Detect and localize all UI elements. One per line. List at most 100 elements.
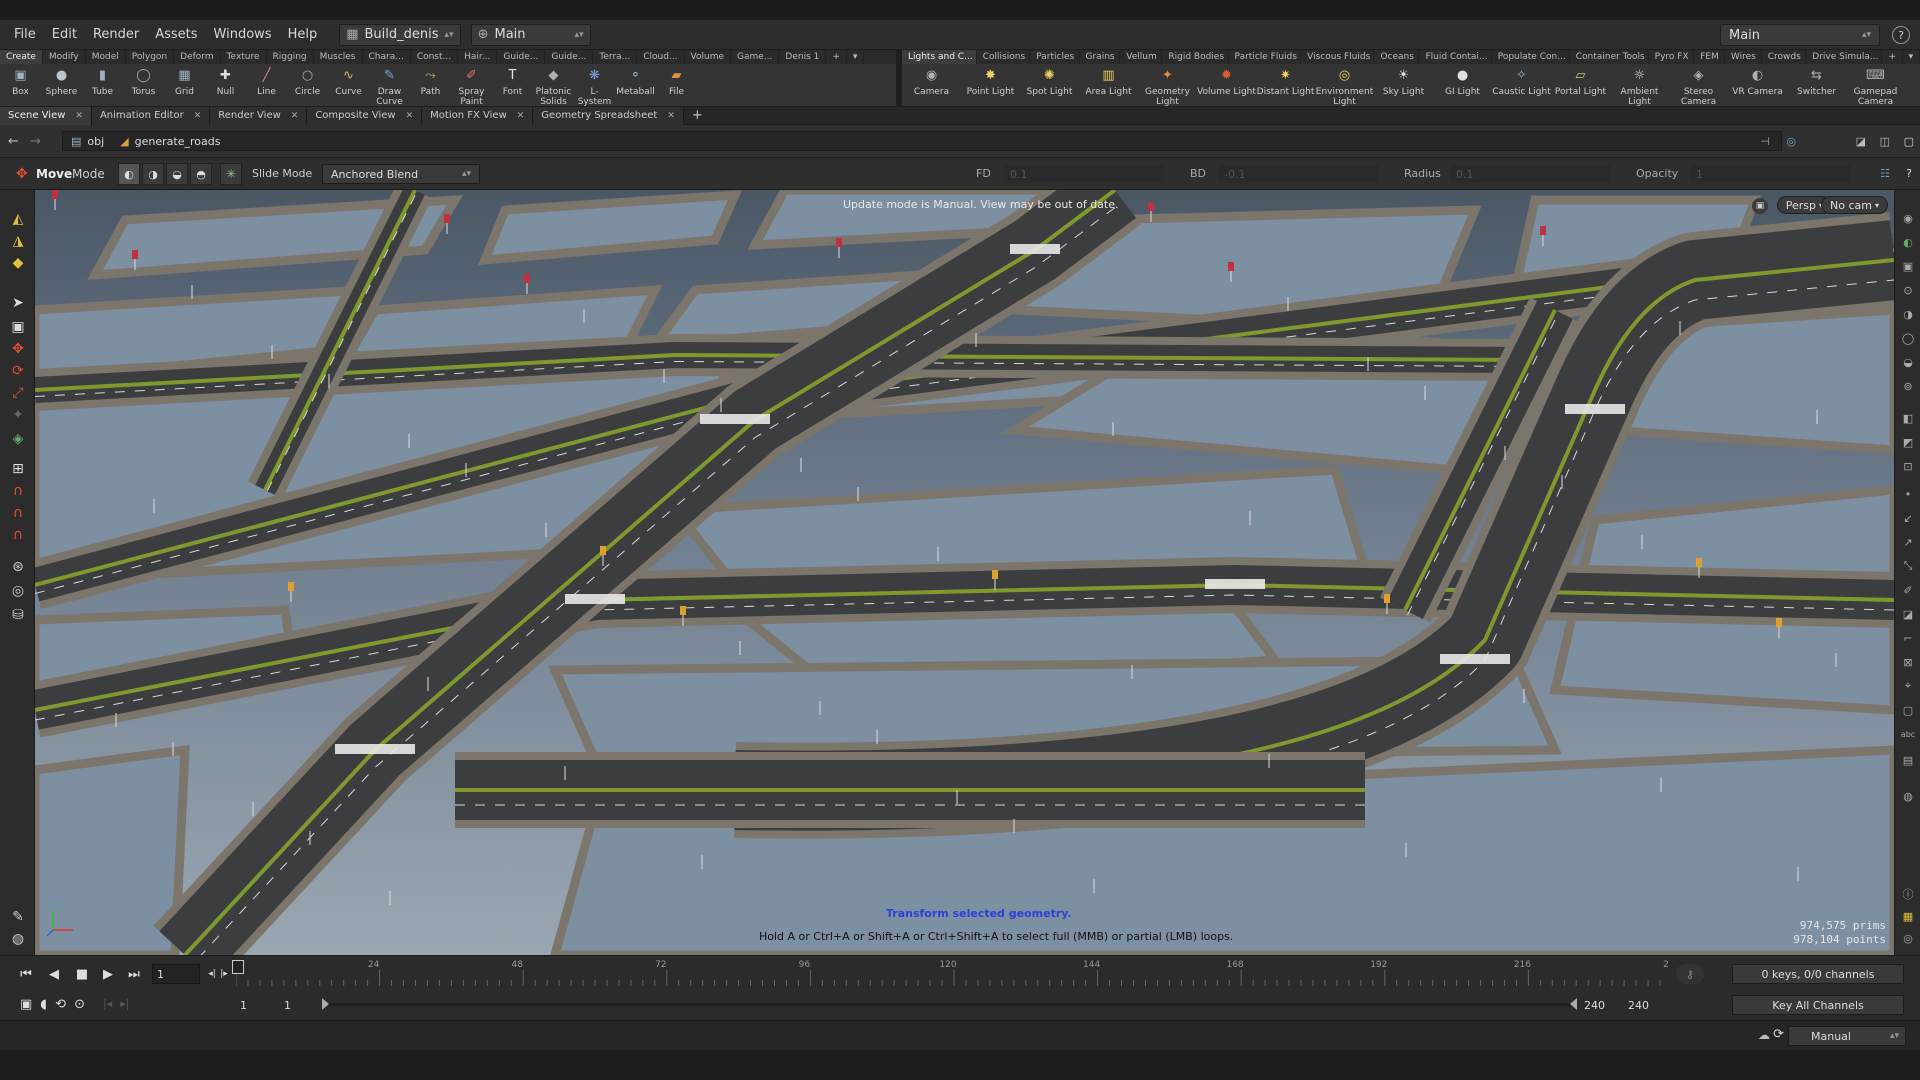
- magnet-a-icon[interactable]: ∩: [9, 482, 27, 500]
- view-icon[interactable]: ⊞: [9, 460, 27, 478]
- slide-mode-dropdown[interactable]: Anchored Blend ▴▾: [322, 164, 480, 184]
- mode-b-button[interactable]: ◑: [142, 163, 164, 185]
- stop-button[interactable]: ■: [72, 964, 92, 984]
- menu-item-help[interactable]: Help: [280, 27, 326, 42]
- bulb-icon[interactable]: ◯: [1900, 330, 1916, 346]
- update-mode-dropdown[interactable]: Manual ▴▾: [1788, 1026, 1906, 1046]
- shelf-tool-area-light[interactable]: ▥ Area Light: [1079, 67, 1138, 97]
- scene-viewport[interactable]: Update mode is Manual. View may be out o…: [35, 190, 1894, 955]
- pin-icon[interactable]: ⊣: [1760, 135, 1770, 148]
- shelf-tab[interactable]: Cloud...: [637, 50, 685, 64]
- path-node[interactable]: ◢ generate_roads: [112, 135, 228, 148]
- shelf-tool-circle[interactable]: ○ Circle: [287, 67, 328, 97]
- shelf-tab[interactable]: Particle Fluids: [1229, 50, 1302, 64]
- close-icon[interactable]: ✕: [194, 111, 202, 121]
- shelf-tool-null[interactable]: ✚ Null: [205, 67, 246, 97]
- ghost-icon[interactable]: ◐: [1900, 234, 1916, 250]
- maximize-icon[interactable]: ▢: [1904, 135, 1914, 148]
- pane-tab[interactable]: Geometry Spreadsheet ✕: [533, 106, 684, 125]
- point-display-icon[interactable]: ⊚: [1900, 378, 1916, 394]
- magnet-c-icon[interactable]: ∩: [9, 526, 27, 544]
- text-labels-icon[interactable]: abc: [1900, 726, 1916, 742]
- vector-icon[interactable]: ↙: [1900, 510, 1916, 526]
- snap-icon[interactable]: ⊛: [9, 558, 27, 576]
- shelf-tool-spot-light[interactable]: ✺ Spot Light: [1020, 67, 1079, 97]
- shelf-tool-file[interactable]: ▰ File: [656, 67, 697, 97]
- path-root[interactable]: ▤ obj: [63, 135, 112, 148]
- shelf-tool-platonic-solids[interactable]: ◆ Platonic Solids: [533, 67, 574, 107]
- shelf-tool-box[interactable]: ▣ Box: [0, 67, 41, 97]
- menu-item-windows[interactable]: Windows: [206, 27, 280, 42]
- shelf-tab[interactable]: Crowds: [1762, 50, 1807, 64]
- play-button[interactable]: ▶: [98, 964, 118, 984]
- layout-icon[interactable]: ▦: [1900, 908, 1916, 924]
- snap-view-icon[interactable]: ⌖: [1900, 678, 1916, 694]
- shelf-tab[interactable]: Container Tools: [1570, 50, 1649, 64]
- viewport-lock-icon[interactable]: ▣: [1752, 198, 1768, 214]
- tool-settings-icon[interactable]: ☷: [1880, 167, 1890, 180]
- shelf-tool-vr-camera[interactable]: ◐ VR Camera: [1728, 67, 1787, 97]
- range-end-field[interactable]: 240: [1580, 995, 1620, 1015]
- loop-icon[interactable]: ⟲: [55, 997, 66, 1012]
- info-icon[interactable]: ⓘ: [1900, 886, 1916, 902]
- shelf-tab[interactable]: Chara...: [363, 50, 411, 64]
- display-eye-icon[interactable]: ◉: [1900, 210, 1916, 226]
- lock-camera-icon[interactable]: ▣: [1900, 258, 1916, 274]
- prev-key-icon[interactable]: |◂: [103, 997, 112, 1012]
- geo-spreadsheet-icon[interactable]: ◍: [1900, 788, 1916, 804]
- forward-arrow-icon[interactable]: →: [30, 134, 41, 149]
- shelf-tool-torus[interactable]: ◯ Torus: [123, 67, 164, 97]
- shelf-tool-caustic-light[interactable]: ✧ Caustic Light: [1492, 67, 1551, 97]
- close-icon[interactable]: ✕: [517, 111, 525, 121]
- shelf-tab[interactable]: Rigging: [267, 50, 314, 64]
- add-tab-icon[interactable]: +: [684, 108, 711, 123]
- shelf-tool-line[interactable]: ╱ Line: [246, 67, 287, 97]
- close-icon[interactable]: ✕: [406, 111, 414, 121]
- tool-help-icon[interactable]: ?: [1906, 167, 1912, 180]
- rotate-handle-icon[interactable]: ⟳: [9, 362, 27, 380]
- sculpt-icon[interactable]: ◍: [9, 930, 27, 948]
- shelf-tool-switcher[interactable]: ⇆ Switcher: [1787, 67, 1846, 97]
- camera-view-icon[interactable]: ◧: [1900, 410, 1916, 426]
- shelf-tab[interactable]: Const...: [411, 50, 459, 64]
- shelf-tab[interactable]: Texture: [221, 50, 267, 64]
- handle-icon[interactable]: ◈: [9, 430, 27, 448]
- cook-icon[interactable]: ⛁: [9, 606, 27, 624]
- shelf-tab[interactable]: Polygon: [126, 50, 175, 64]
- shelf-tab[interactable]: Viscous Fluids: [1301, 50, 1375, 64]
- shelf-tool-draw-curve[interactable]: ✎ Draw Curve: [369, 67, 410, 107]
- border-icon[interactable]: ⌐: [1900, 630, 1916, 646]
- pointer-icon[interactable]: ➤: [9, 294, 27, 312]
- audio-icon[interactable]: ◖: [40, 997, 47, 1012]
- shelf-tab[interactable]: Muscles: [314, 50, 363, 64]
- range-start-field[interactable]: 1: [236, 995, 276, 1015]
- jump-end-button[interactable]: ⏭: [124, 964, 144, 984]
- pose-icon[interactable]: ✦: [9, 406, 27, 424]
- close-icon[interactable]: ✕: [291, 111, 299, 121]
- current-frame-field[interactable]: 1: [152, 964, 200, 984]
- shelf-tool-path[interactable]: ⤳ Path: [410, 67, 451, 97]
- selection-filter-icon[interactable]: ◆: [9, 254, 27, 272]
- shelf-tool-curve[interactable]: ∿ Curve: [328, 67, 369, 97]
- back-arrow-icon[interactable]: ←: [8, 134, 19, 149]
- shelf-tab[interactable]: Fluid Contai...: [1419, 50, 1492, 64]
- shelf-tool-portal-light[interactable]: ▱ Portal Light: [1551, 67, 1610, 97]
- edge-icon[interactable]: ↗: [1900, 534, 1916, 550]
- shelf-tab[interactable]: Oceans: [1374, 50, 1420, 64]
- help-button[interactable]: ?: [1892, 26, 1910, 44]
- menu-item-assets[interactable]: Assets: [147, 27, 205, 42]
- shelf-tab[interactable]: Terra...: [593, 50, 638, 64]
- render-region-icon[interactable]: ◎: [9, 582, 27, 600]
- shelf-tool-tube[interactable]: ▮ Tube: [82, 67, 123, 97]
- shelf-tab[interactable]: Modify: [43, 50, 86, 64]
- shelf-tool-sky-light[interactable]: ☀ Sky Light: [1374, 67, 1433, 97]
- magnet-b-icon[interactable]: ∩: [9, 504, 27, 522]
- next-key-icon[interactable]: ▸|: [120, 997, 129, 1012]
- shelf-tool-volume-light[interactable]: ✹ Volume Light: [1197, 67, 1256, 97]
- jump-start-button[interactable]: ⏮: [16, 964, 36, 984]
- shelf-tool-point-light[interactable]: ✸ Point Light: [961, 67, 1020, 97]
- desktop-dropdown[interactable]: ▦ Build_denis ▴▾: [339, 23, 461, 46]
- pane-tab[interactable]: Motion FX View ✕: [422, 106, 534, 125]
- image-icon[interactable]: ▤: [1900, 752, 1916, 768]
- shelf-tool-font[interactable]: T Font: [492, 67, 533, 97]
